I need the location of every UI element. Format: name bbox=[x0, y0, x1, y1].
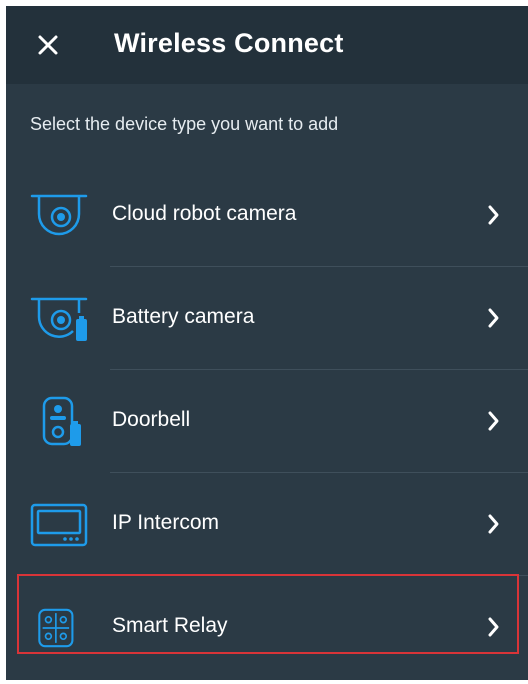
device-item-battery-camera[interactable]: Battery camera bbox=[6, 267, 528, 370]
dome-camera-icon bbox=[30, 194, 88, 236]
device-item-cloud-robot-camera[interactable]: Cloud robot camera bbox=[6, 164, 528, 267]
battery-camera-icon bbox=[30, 297, 88, 341]
chevron-right-icon bbox=[488, 617, 499, 637]
close-icon bbox=[38, 35, 58, 55]
chevron-right-icon bbox=[488, 411, 499, 431]
chevron-right-icon bbox=[488, 514, 499, 534]
doorbell-icon bbox=[42, 396, 81, 446]
device-item-smart-relay[interactable]: Smart Relay bbox=[6, 576, 528, 679]
device-label: Doorbell bbox=[112, 408, 191, 431]
device-item-ip-intercom[interactable]: IP Intercom bbox=[6, 473, 528, 576]
intercom-monitor-icon bbox=[30, 503, 88, 547]
device-label: Cloud robot camera bbox=[112, 202, 297, 225]
chevron-right-icon bbox=[488, 205, 499, 225]
device-label: Smart Relay bbox=[112, 614, 228, 637]
app-header: Wireless Connect bbox=[6, 6, 528, 84]
wireless-connect-screen: Wireless Connect Select the device type … bbox=[6, 6, 528, 680]
instruction-text: Select the device type you want to add bbox=[30, 114, 339, 134]
smart-relay-icon bbox=[38, 608, 74, 648]
device-item-doorbell[interactable]: Doorbell bbox=[6, 370, 528, 473]
page-title: Wireless Connect bbox=[114, 28, 344, 58]
chevron-right-icon bbox=[488, 308, 499, 328]
device-label: Battery camera bbox=[112, 305, 255, 328]
close-button[interactable] bbox=[32, 29, 64, 61]
device-label: IP Intercom bbox=[112, 511, 219, 534]
